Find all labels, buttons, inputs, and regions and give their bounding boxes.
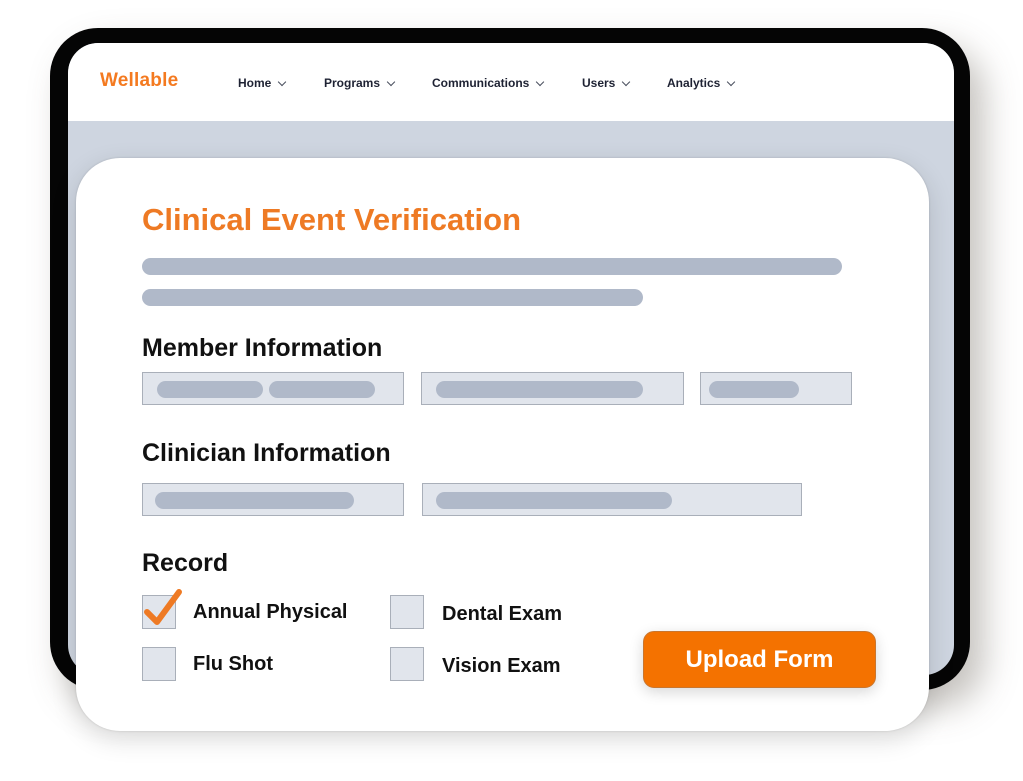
nav-label: Users (582, 76, 616, 90)
nav-item-programs[interactable]: Programs (324, 76, 396, 90)
record-heading: Record (142, 549, 229, 577)
dental-exam-checkbox[interactable] (390, 595, 424, 629)
clinician-information-heading: Clinician Information (142, 439, 391, 467)
chevron-down-icon (386, 77, 396, 86)
member-name-field[interactable] (142, 372, 404, 405)
upload-form-button[interactable]: Upload Form (643, 631, 876, 688)
description-line-placeholder (142, 258, 842, 275)
chevron-down-icon (622, 77, 631, 86)
clinician-details-field[interactable] (422, 483, 802, 516)
chevron-down-icon (727, 77, 736, 86)
chevron-down-icon (536, 77, 545, 86)
page-title: Clinical Event Verification (142, 202, 522, 237)
top-navbar: Wellable Home Programs Communications Us… (68, 43, 954, 121)
flu-shot-checkbox[interactable] (142, 647, 176, 681)
nav-item-communications[interactable]: Communications (432, 76, 545, 90)
text-placeholder (269, 381, 375, 398)
text-placeholder (157, 381, 263, 398)
member-dob-field[interactable] (700, 372, 852, 405)
text-placeholder (709, 381, 799, 398)
nav-item-users[interactable]: Users (582, 76, 631, 90)
nav-item-analytics[interactable]: Analytics (667, 76, 736, 90)
wellable-logo[interactable]: Wellable (100, 70, 178, 92)
chevron-down-icon (278, 77, 287, 86)
member-id-field[interactable] (421, 372, 684, 405)
annual-physical-checkbox[interactable] (142, 589, 182, 629)
nav-label: Programs (324, 76, 381, 90)
description-line-placeholder (142, 289, 643, 306)
annual-physical-label: Annual Physical (193, 601, 348, 623)
dental-exam-label: Dental Exam (442, 603, 563, 625)
nav-label: Home (238, 76, 272, 90)
vision-exam-checkbox[interactable] (390, 647, 424, 681)
checkmark-icon (144, 589, 182, 625)
text-placeholder (436, 381, 643, 398)
nav-item-home[interactable]: Home (238, 76, 287, 90)
clinician-name-field[interactable] (142, 483, 404, 516)
text-placeholder (436, 492, 672, 509)
nav-label: Communications (432, 76, 530, 90)
verification-form-card: Clinical Event Verification Member Infor… (76, 158, 929, 731)
member-information-heading: Member Information (142, 334, 383, 362)
vision-exam-label: Vision Exam (442, 655, 561, 677)
flu-shot-label: Flu Shot (193, 653, 273, 675)
nav-label: Analytics (667, 76, 721, 90)
upload-form-label: Upload Form (685, 645, 834, 673)
text-placeholder (155, 492, 354, 509)
